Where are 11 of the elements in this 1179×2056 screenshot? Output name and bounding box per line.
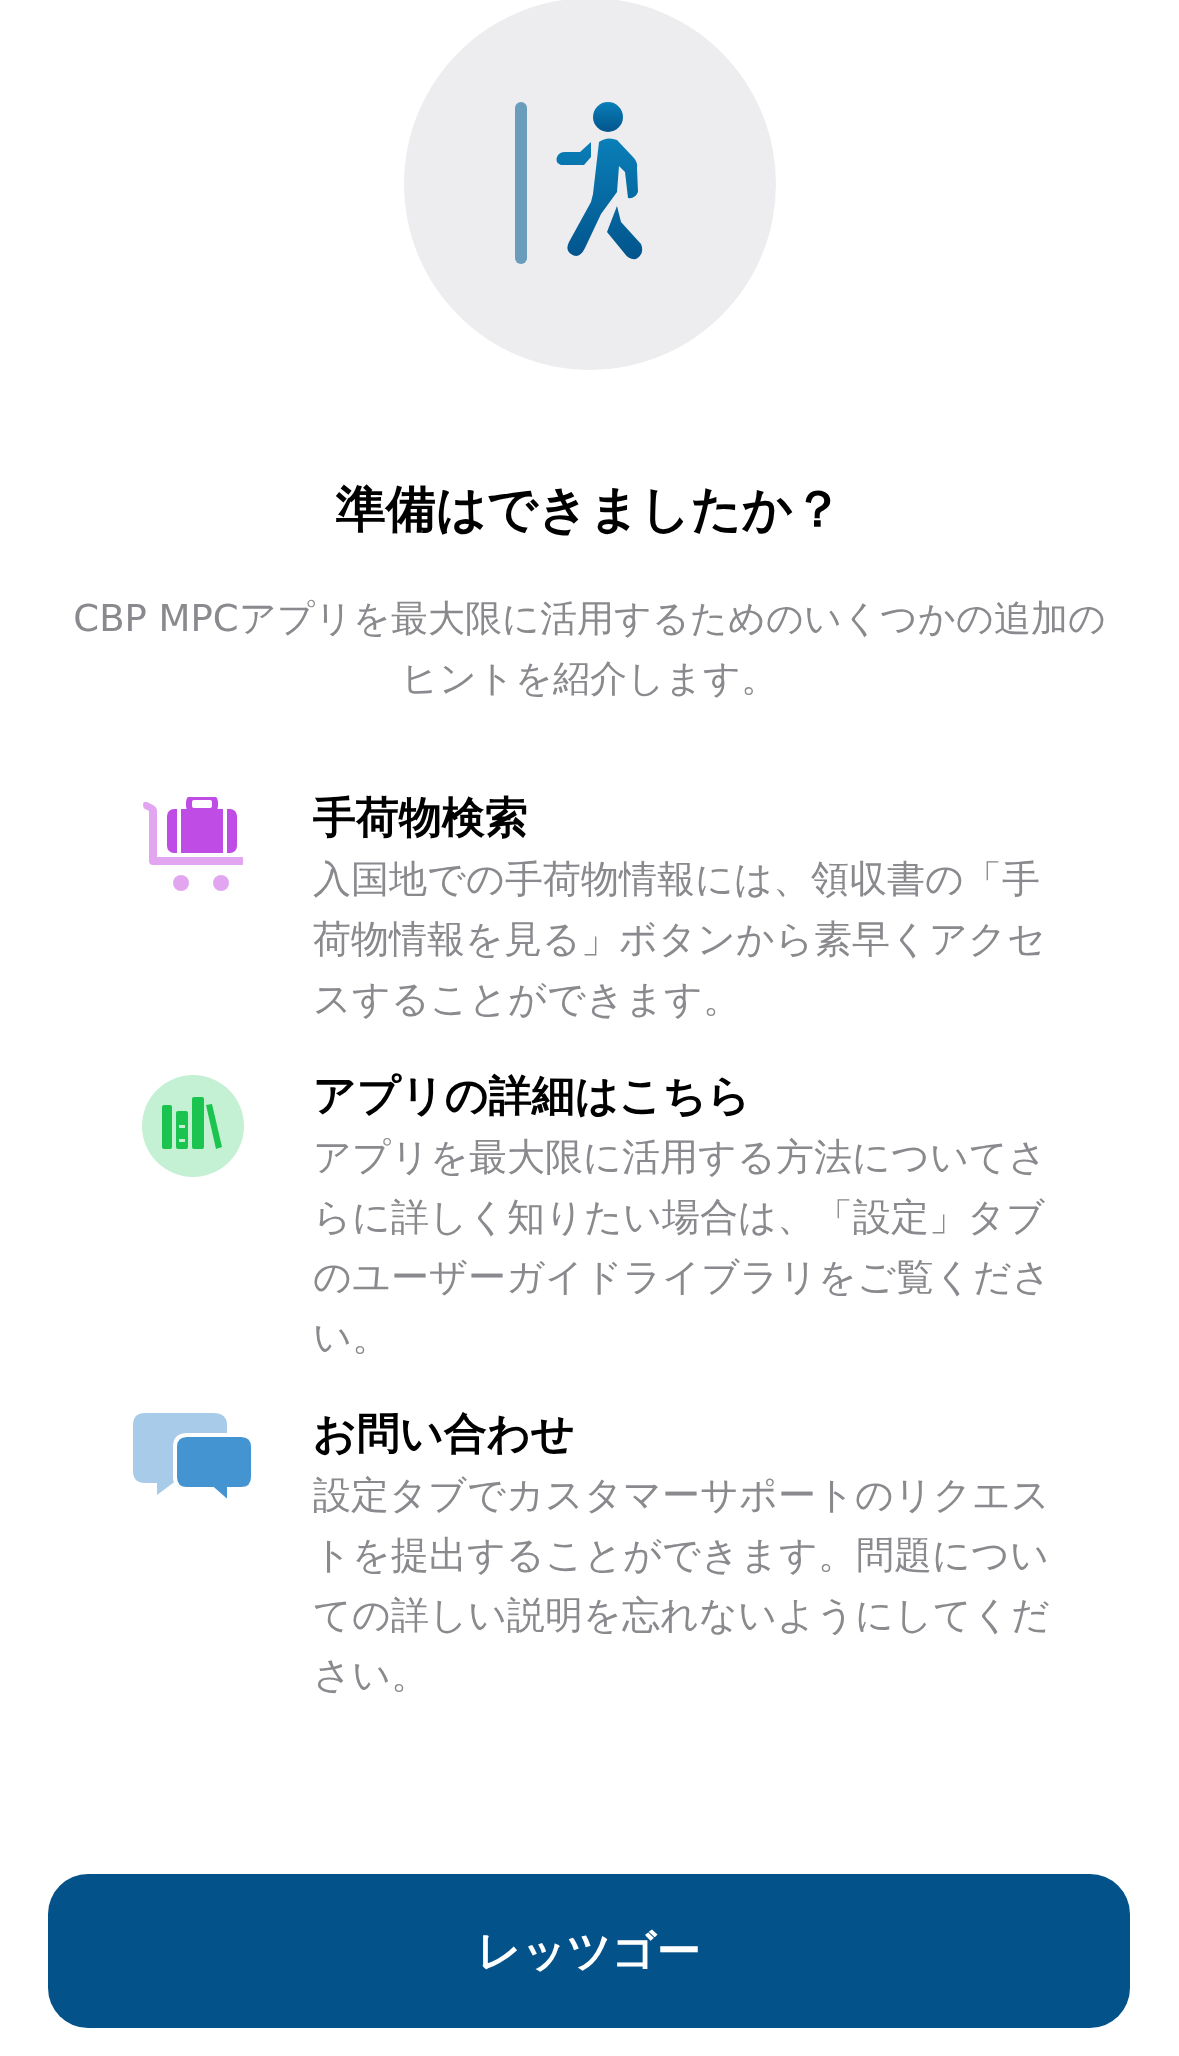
- books-icon: [142, 1075, 244, 1177]
- tip-heading: 手荷物検索: [313, 791, 529, 844]
- intro-text: CBP MPCアプリを最大限に活用するためのいくつかの追加のヒントを紹介します。: [72, 596, 1107, 702]
- lets-go-button[interactable]: レッツゴー: [48, 1874, 1130, 2028]
- page-title: 準備はできましたか？: [335, 479, 844, 540]
- tip-heading: アプリの詳細はこちら: [313, 1069, 752, 1122]
- tip-description: 入国地での手荷物情報には、領収書の「手荷物情報を見る」ボタンから素早くアクセスすることができます。: [313, 856, 1047, 1023]
- tip-description: 設定タブでカスタマーサポートのリクエストを提出することができます。問題についての詳しい説明を忘れないようにしてください。: [313, 1472, 1051, 1699]
- luggage-cart-icon: [143, 797, 243, 893]
- tip-description: アプリを最大限に活用する方法についてさらに詳しく知りたい場合は、「設定」タブのユーザーガイドライブラリをご覧ください。: [313, 1134, 1052, 1361]
- tip-heading: お問い合わせ: [313, 1407, 576, 1460]
